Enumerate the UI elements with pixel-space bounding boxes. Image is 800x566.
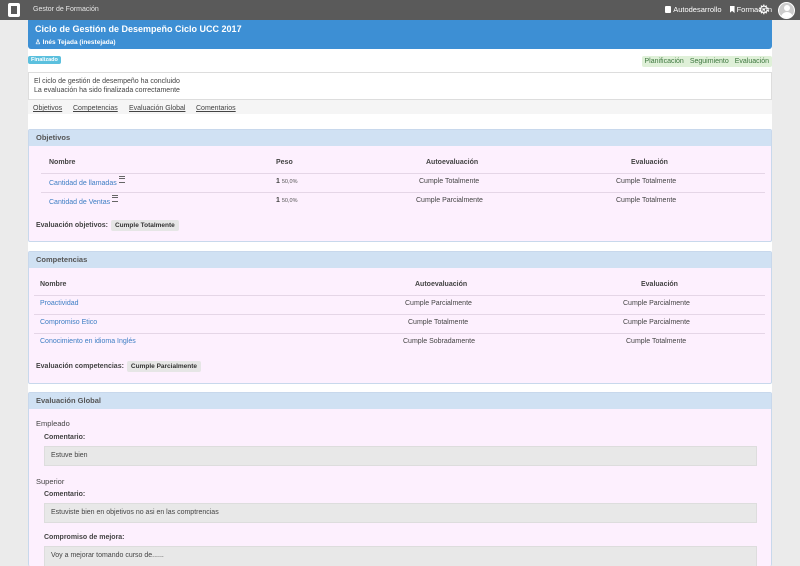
table-row: Conocimiento en idioma Inglés bbox=[40, 338, 136, 345]
evaluacion-cell: Cumple Totalmente bbox=[626, 338, 687, 345]
empleado-label: Empleado bbox=[36, 419, 70, 428]
summary-badge: Cumple Totalmente bbox=[110, 220, 179, 231]
autoevaluacion-cell: Cumple Parcialmente bbox=[405, 300, 472, 307]
tab-competencias[interactable]: Competencias bbox=[73, 105, 118, 112]
col-header-peso: Peso bbox=[276, 159, 293, 166]
section-tabs: Objetivos Competencias Evaluación Global… bbox=[28, 100, 772, 114]
bookmark-icon bbox=[729, 6, 735, 13]
user-icon: ♙ bbox=[35, 39, 41, 46]
empleado-comentario-field[interactable]: Estuve bien bbox=[44, 446, 757, 466]
summary-badge: Cumple Parcialmente bbox=[126, 361, 202, 372]
peso-cell: 1 50,0% bbox=[276, 178, 298, 185]
objetivos-panel: Objetivos Nombre Peso Autoevaluación Eva… bbox=[28, 129, 772, 242]
competencia-link[interactable]: Conocimiento en idioma Inglés bbox=[40, 338, 136, 345]
tab-objetivos[interactable]: Objetivos bbox=[33, 105, 62, 112]
compromiso-label: Compromiso de mejora: bbox=[44, 534, 125, 541]
tab-evaluacion-global[interactable]: Evaluación Global bbox=[129, 105, 185, 112]
evaluacion-cell: Cumple Parcialmente bbox=[623, 319, 690, 326]
top-navbar: Gestor de Formación Autodesarrollo Forma… bbox=[0, 0, 800, 20]
evaluacion-cell: Cumple Totalmente bbox=[616, 178, 677, 185]
evaluacion-cell: Cumple Parcialmente bbox=[623, 300, 690, 307]
competencias-summary: Evaluación competencias: Cumple Parcialme… bbox=[36, 361, 202, 372]
evaluacion-cell: Cumple Totalmente bbox=[616, 197, 677, 204]
comentario-label: Comentario: bbox=[44, 434, 86, 441]
evaluacion-global-title: Evaluación Global bbox=[29, 393, 771, 409]
peso-cell: 1 50,0% bbox=[276, 197, 298, 204]
list-icon[interactable] bbox=[118, 176, 125, 183]
status-badge: Finalizado bbox=[28, 56, 61, 64]
status-message: El ciclo de gestión de desempeño ha conc… bbox=[28, 72, 772, 100]
table-row: Compromiso Etico bbox=[40, 319, 97, 326]
superior-label: Superior bbox=[36, 477, 65, 486]
superior-comentario-field[interactable]: Estuviste bien en objetivos no asi en la… bbox=[44, 503, 757, 523]
page-title: Ciclo de Gestión de Desempeño Ciclo UCC … bbox=[35, 24, 242, 34]
compromiso-field[interactable]: Voy a mejorar tomando curso de...... bbox=[44, 546, 757, 566]
row-divider bbox=[41, 173, 765, 174]
autoevaluacion-cell: Cumple Parcialmente bbox=[416, 197, 483, 204]
avatar[interactable] bbox=[778, 2, 795, 19]
app-title[interactable]: Gestor de Formación bbox=[33, 6, 99, 13]
objetivos-summary: Evaluación objetivos: Cumple Totalmente bbox=[36, 220, 179, 231]
evaluacion-global-panel: Evaluación Global Empleado Comentario: E… bbox=[28, 392, 772, 566]
row-divider bbox=[34, 314, 765, 315]
message-line: La evaluación ha sido finalizada correct… bbox=[34, 87, 180, 94]
autodesarrollo-link[interactable]: Autodesarrollo bbox=[665, 5, 722, 14]
cycle-steps: Planificación Seguimiento Evaluación bbox=[641, 56, 772, 67]
book-icon bbox=[665, 6, 672, 13]
objetivo-link[interactable]: Cantidad de llamadas bbox=[49, 180, 117, 187]
user-label: ♙ Inés Tejada (inestejada) bbox=[35, 39, 116, 46]
table-row: Cantidad de Ventas bbox=[49, 195, 119, 206]
col-header-nombre: Nombre bbox=[40, 281, 67, 288]
col-header-evaluacion: Evaluación bbox=[641, 281, 678, 288]
top-nav: Autodesarrollo Formación bbox=[665, 5, 772, 14]
autoevaluacion-cell: Cumple Totalmente bbox=[408, 319, 469, 326]
step-planificacion[interactable]: Planificación bbox=[642, 56, 687, 67]
cycle-header: Ciclo de Gestión de Desempeño Ciclo UCC … bbox=[28, 20, 772, 49]
col-header-nombre: Nombre bbox=[49, 159, 76, 166]
table-row: Cantidad de llamadas bbox=[49, 176, 125, 187]
step-evaluacion[interactable]: Evaluación bbox=[732, 56, 772, 67]
row-divider bbox=[41, 192, 765, 193]
step-seguimiento[interactable]: Seguimiento bbox=[687, 56, 732, 67]
message-line: El ciclo de gestión de desempeño ha conc… bbox=[34, 78, 180, 85]
col-header-autoevaluacion: Autoevaluación bbox=[415, 281, 468, 288]
competencias-title: Competencias bbox=[29, 252, 771, 268]
gear-icon[interactable]: ⚙ bbox=[758, 3, 770, 16]
tab-comentarios[interactable]: Comentarios bbox=[196, 105, 236, 112]
autoevaluacion-cell: Cumple Sobradamente bbox=[403, 338, 475, 345]
row-divider bbox=[34, 295, 765, 296]
main-content: Ciclo de Gestión de Desempeño Ciclo UCC … bbox=[28, 20, 772, 566]
app-logo-icon[interactable] bbox=[8, 3, 20, 17]
table-row: Proactividad bbox=[40, 300, 79, 307]
comentario-label: Comentario: bbox=[44, 491, 86, 498]
autoevaluacion-cell: Cumple Totalmente bbox=[419, 178, 480, 185]
list-icon[interactable] bbox=[112, 195, 119, 202]
objetivos-title: Objetivos bbox=[29, 130, 771, 146]
competencia-link[interactable]: Compromiso Etico bbox=[40, 319, 97, 326]
competencia-link[interactable]: Proactividad bbox=[40, 300, 79, 307]
col-header-autoevaluacion: Autoevaluación bbox=[426, 159, 479, 166]
col-header-evaluacion: Evaluación bbox=[631, 159, 668, 166]
objetivo-link[interactable]: Cantidad de Ventas bbox=[49, 199, 110, 206]
row-divider bbox=[34, 333, 765, 334]
competencias-panel: Competencias Nombre Autoevaluación Evalu… bbox=[28, 251, 772, 384]
